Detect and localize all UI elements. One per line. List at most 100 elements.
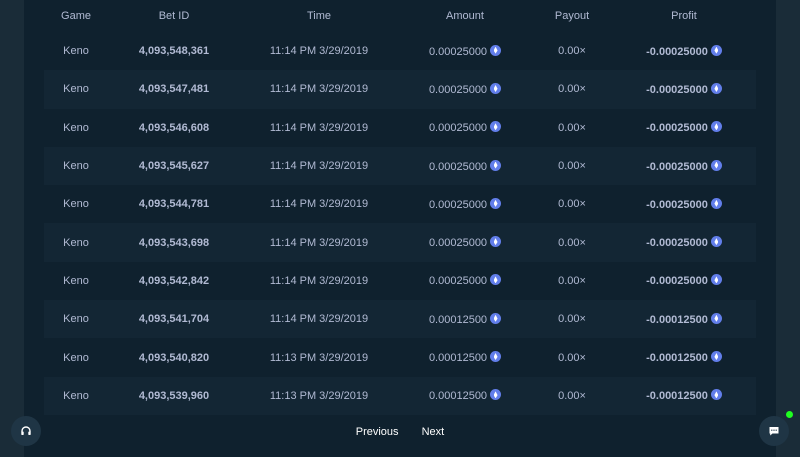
payout-cell: 0.00× bbox=[532, 338, 612, 377]
game-cell-value: Keno bbox=[63, 389, 89, 402]
eth-icon bbox=[490, 44, 502, 56]
bet-id-cell-value: 4,093,544,781 bbox=[138, 198, 210, 211]
game-cell-value: Keno bbox=[63, 274, 89, 287]
bet-id-cell-value: 4,093,547,481 bbox=[138, 83, 210, 96]
profit-cell-value: -0.00025000 bbox=[646, 122, 708, 135]
game-cell: Keno bbox=[44, 300, 108, 339]
amount-cell: 0.00025000 bbox=[398, 146, 532, 186]
time-cell-value: 11:14 PM 3/29/2019 bbox=[269, 45, 369, 58]
table-row[interactable]: Keno 4,093,540,820 11:13 PM 3/29/2019 0.000… bbox=[44, 338, 756, 377]
eth-icon bbox=[710, 82, 722, 94]
profit-cell: -0.00025000 bbox=[612, 108, 756, 147]
bet-id-cell[interactable]: 4,093,546,608 bbox=[108, 108, 240, 147]
game-cell-value: Keno bbox=[63, 351, 89, 364]
time-cell: 11:14 PM 3/29/2019 bbox=[240, 32, 398, 71]
profit-cell-value: -0.00025000 bbox=[646, 83, 708, 96]
profit-cell-value: -0.00025000 bbox=[646, 237, 708, 250]
time-cell-value: 11:14 PM 3/29/2019 bbox=[269, 121, 369, 134]
chat-icon bbox=[769, 427, 779, 436]
profit-cell: -0.00025000 bbox=[612, 32, 756, 71]
amount-cell-value: 0.00025000 bbox=[428, 275, 488, 288]
payout-cell-value: 0.00× bbox=[558, 160, 586, 173]
eth-icon bbox=[710, 389, 722, 401]
previous-button[interactable]: Previous bbox=[356, 426, 399, 438]
profit-cell-value: -0.00012500 bbox=[646, 352, 708, 365]
time-cell: 11:14 PM 3/29/2019 bbox=[240, 108, 398, 147]
table-row[interactable]: Keno 4,093,548,361 11:14 PM 3/29/2019 0.000… bbox=[44, 32, 756, 71]
bet-id-cell-value: 4,093,545,627 bbox=[138, 160, 210, 173]
amount-cell-value: 0.00025000 bbox=[428, 160, 488, 173]
profit-cell: -0.00012500 bbox=[612, 338, 756, 377]
amount-cell-value: 0.00025000 bbox=[428, 237, 488, 250]
bets-panel: Game Bet ID Time Amount Payout Profit Ke… bbox=[24, 0, 776, 457]
bet-id-cell[interactable]: 4,093,545,627 bbox=[108, 146, 240, 186]
payout-cell: 0.00× bbox=[532, 146, 612, 186]
game-cell: Keno bbox=[44, 338, 108, 377]
game-cell: Keno bbox=[44, 185, 108, 224]
payout-cell: 0.00× bbox=[532, 376, 612, 415]
payout-cell: 0.00× bbox=[532, 108, 612, 147]
amount-cell: 0.00025000 bbox=[398, 223, 532, 262]
eth-icon bbox=[490, 389, 502, 401]
game-cell-value: Keno bbox=[63, 83, 89, 96]
game-cell-value: Keno bbox=[63, 236, 89, 249]
header-amount: Amount bbox=[446, 10, 484, 22]
table-row[interactable]: Keno 4,093,541,704 11:14 PM 3/29/2019 0.000… bbox=[44, 300, 756, 339]
eth-icon bbox=[490, 236, 502, 248]
bet-id-cell[interactable]: 4,093,541,704 bbox=[108, 300, 240, 339]
bet-id-cell[interactable]: 4,093,540,820 bbox=[108, 338, 240, 377]
bet-id-cell[interactable]: 4,093,543,698 bbox=[108, 223, 240, 262]
time-cell: 11:14 PM 3/29/2019 bbox=[240, 223, 398, 262]
support-button[interactable] bbox=[11, 416, 41, 446]
amount-cell-value: 0.00012500 bbox=[428, 313, 488, 326]
amount-cell: 0.00012500 bbox=[398, 376, 532, 415]
profit-cell: -0.00025000 bbox=[612, 261, 756, 301]
profit-cell-value: -0.00025000 bbox=[646, 275, 708, 288]
bet-id-cell-value: 4,093,540,820 bbox=[138, 351, 210, 364]
amount-cell-value: 0.00025000 bbox=[428, 198, 488, 211]
payout-cell: 0.00× bbox=[532, 300, 612, 339]
game-cell: Keno bbox=[44, 376, 108, 415]
payout-cell-value: 0.00× bbox=[558, 351, 586, 364]
amount-cell-value: 0.00012500 bbox=[428, 352, 488, 365]
chat-button[interactable] bbox=[759, 416, 789, 446]
eth-icon bbox=[710, 121, 722, 133]
bets-table: Game Bet ID Time Amount Payout Profit Ke… bbox=[44, 0, 756, 415]
payout-cell: 0.00× bbox=[532, 223, 612, 262]
bet-id-cell[interactable]: 4,093,539,960 bbox=[108, 376, 240, 415]
bet-id-cell[interactable]: 4,093,542,842 bbox=[108, 261, 240, 301]
header-time: Time bbox=[306, 10, 332, 22]
eth-icon bbox=[710, 159, 722, 171]
payout-cell-value: 0.00× bbox=[558, 83, 586, 96]
table-row[interactable]: Keno 4,093,544,781 11:14 PM 3/29/2019 0.000… bbox=[44, 185, 756, 224]
table-row[interactable]: Keno 4,093,545,627 11:14 PM 3/29/2019 0.000… bbox=[44, 146, 756, 186]
bet-id-cell-value: 4,093,548,361 bbox=[138, 45, 210, 58]
amount-cell: 0.00025000 bbox=[398, 108, 532, 147]
amount-cell-value: 0.00025000 bbox=[428, 83, 488, 96]
time-cell: 11:14 PM 3/29/2019 bbox=[240, 70, 398, 109]
game-cell: Keno bbox=[44, 32, 108, 71]
bet-id-cell[interactable]: 4,093,548,361 bbox=[108, 32, 240, 71]
table-row[interactable]: Keno 4,093,543,698 11:14 PM 3/29/2019 0.000… bbox=[44, 223, 756, 262]
eth-icon bbox=[710, 312, 722, 324]
eth-icon bbox=[490, 312, 502, 324]
table-row[interactable]: Keno 4,093,547,481 11:14 PM 3/29/2019 0.000… bbox=[44, 70, 756, 109]
bet-id-cell[interactable]: 4,093,544,781 bbox=[108, 185, 240, 224]
pagination: Previous Next bbox=[24, 426, 776, 438]
table-row[interactable]: Keno 4,093,542,842 11:14 PM 3/29/2019 0.000… bbox=[44, 261, 756, 301]
eth-icon bbox=[490, 197, 502, 209]
game-cell: Keno bbox=[44, 146, 108, 186]
amount-cell-value: 0.00025000 bbox=[428, 45, 488, 58]
time-cell: 11:14 PM 3/29/2019 bbox=[240, 261, 398, 301]
profit-cell-value: -0.00025000 bbox=[646, 160, 708, 173]
table-row[interactable]: Keno 4,093,539,960 11:13 PM 3/29/2019 0.000… bbox=[44, 376, 756, 415]
amount-cell: 0.00025000 bbox=[398, 32, 532, 71]
payout-cell-value: 0.00× bbox=[558, 313, 586, 326]
bet-id-cell[interactable]: 4,093,547,481 bbox=[108, 70, 240, 109]
table-row[interactable]: Keno 4,093,546,608 11:14 PM 3/29/2019 0.000… bbox=[44, 108, 756, 147]
game-cell: Keno bbox=[44, 261, 108, 301]
amount-cell-value: 0.00012500 bbox=[428, 390, 488, 403]
profit-cell: -0.00025000 bbox=[612, 185, 756, 224]
next-button[interactable]: Next bbox=[422, 426, 445, 438]
profit-cell: -0.00025000 bbox=[612, 70, 756, 109]
